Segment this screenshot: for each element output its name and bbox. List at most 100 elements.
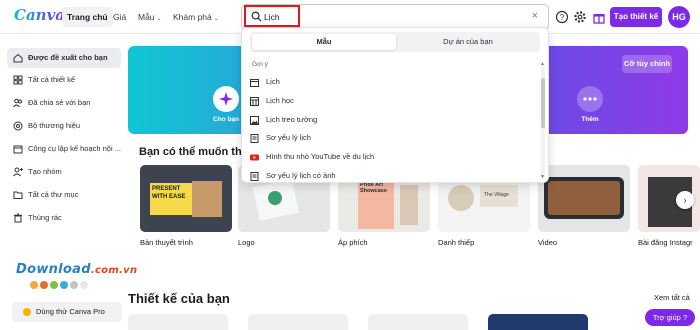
sidebar-item-label: Được đề xuất cho bạn xyxy=(28,53,108,62)
nav-templates[interactable]: Mẫu ⌄ xyxy=(133,7,167,27)
suggestion-label: Hình thu nhỏ YouTube về du lịch xyxy=(266,152,375,161)
brand-icon xyxy=(13,121,23,131)
create-design-button[interactable]: Tạo thiết kế xyxy=(610,7,662,27)
chevron-down-icon: ⌄ xyxy=(213,16,219,22)
sidebar-item-label: Đã chia sẻ với bạn xyxy=(28,98,91,107)
sidebar-item-label: Tất cả thư mục xyxy=(28,190,79,199)
document-icon xyxy=(250,134,259,143)
svg-text:?: ? xyxy=(560,13,565,22)
tab-your-projects[interactable]: Dự án của bạn xyxy=(396,34,540,50)
suggestion-item[interactable]: Lịch treo tường xyxy=(250,112,536,128)
suggestion-item[interactable]: Sơ yếu lý lịch có ảnh xyxy=(250,168,536,184)
tile-label: Áp phích xyxy=(338,238,368,247)
category-label: Cho bạn xyxy=(213,116,239,123)
scroll-up-icon[interactable]: ▲ xyxy=(540,61,545,67)
sidebar-item-brand-kit[interactable]: Bộ thương hiệu xyxy=(7,116,121,136)
tile-thumbnail-text: The Village xyxy=(484,192,509,198)
search-dropdown: Mẫu Dự án của bạn Gợi ý Lịch Lịch học Lị… xyxy=(241,27,549,183)
custom-size-button[interactable]: Cỡ tùy chỉnh xyxy=(622,55,672,73)
scrollbar-thumb[interactable] xyxy=(541,78,545,128)
sidebar-item-recommended[interactable]: Được đề xuất cho bạn xyxy=(7,48,121,68)
suggestion-item[interactable]: Sơ yếu lý lịch xyxy=(250,130,536,146)
suggestion-item[interactable]: Lịch học xyxy=(250,93,536,109)
sidebar-item-create-team[interactable]: Tạo nhóm xyxy=(7,162,121,182)
calendar-grid-icon xyxy=(250,97,259,106)
dropdown-tabs: Mẫu Dự án của bạn xyxy=(250,32,540,52)
design-card[interactable] xyxy=(248,314,348,330)
your-designs-title: Thiết kế của bạn xyxy=(128,291,230,306)
youtube-icon xyxy=(250,154,259,161)
gear-icon[interactable] xyxy=(573,10,587,24)
watermark-main: Download xyxy=(16,262,91,277)
design-card[interactable] xyxy=(488,314,588,330)
suggestion-item[interactable]: Hình thu nhỏ YouTube về du lịch xyxy=(250,149,536,165)
suggestion-label: Sơ yếu lý lịch xyxy=(266,133,311,142)
suggestion-item[interactable]: Lịch xyxy=(250,74,536,90)
tile-photo xyxy=(448,185,474,211)
watermark-suffix: .com.vn xyxy=(90,265,138,276)
tile-label: Danh thiếp xyxy=(438,238,475,247)
gift-icon[interactable] xyxy=(592,10,606,24)
design-card[interactable] xyxy=(128,314,228,330)
add-team-icon xyxy=(13,167,23,177)
more-icon xyxy=(583,97,597,101)
nav-discover[interactable]: Khám phá ⌄ xyxy=(168,7,224,27)
suggestion-label: Lịch xyxy=(266,77,280,86)
chevron-down-icon: ⌄ xyxy=(156,16,162,22)
search-highlight-box xyxy=(244,5,300,27)
folder-icon xyxy=(13,191,23,199)
sidebar-item-folders[interactable]: Tất cả thư mục xyxy=(7,185,121,205)
try-canva-pro-button[interactable]: Dùng thử Canva Pro xyxy=(12,302,122,322)
tile-photo xyxy=(548,181,620,215)
users-icon xyxy=(13,98,22,108)
tab-templates[interactable]: Mẫu xyxy=(252,34,396,50)
tile-thumbnail-text: PRESENT WITH EASE xyxy=(152,186,186,200)
canva-logo[interactable]: Canva xyxy=(14,6,65,24)
sidebar-item-content-planner[interactable]: Công cụ lập kế hoạch nội ... xyxy=(7,139,121,159)
tile-video[interactable] xyxy=(538,165,630,232)
tile-label: Bản thuyết trình xyxy=(140,238,193,247)
sidebar-item-shared[interactable]: Đã chia sẻ với bạn xyxy=(7,93,121,113)
sidebar-item-trash[interactable]: Thùng rác xyxy=(7,208,121,228)
grid-icon xyxy=(13,75,23,85)
tile-photo xyxy=(192,181,222,217)
suggestion-label: Lịch treo tường xyxy=(266,115,318,124)
sidebar-item-all-designs[interactable]: Tất cả thiết kế xyxy=(7,70,121,90)
tile-photo xyxy=(400,185,418,225)
scroll-down-icon[interactable]: ▼ xyxy=(540,174,545,180)
home-icon xyxy=(13,53,23,63)
crown-icon xyxy=(23,308,31,316)
category-more[interactable] xyxy=(577,86,603,112)
calendar-icon xyxy=(13,145,23,154)
document-icon xyxy=(250,172,259,181)
help-icon[interactable]: ? xyxy=(555,10,569,24)
watermark: Download.com.vn xyxy=(16,262,137,277)
suggestion-label: Sơ yếu lý lịch có ảnh xyxy=(266,171,336,180)
design-card[interactable] xyxy=(368,314,468,330)
tile-label: Video xyxy=(538,238,558,247)
tile-logo-mark xyxy=(268,191,282,205)
sidebar-item-label: Bộ thương hiệu xyxy=(28,121,81,130)
close-icon[interactable]: × xyxy=(532,10,538,22)
help-button[interactable]: Trợ giúp ? xyxy=(645,309,695,326)
nav-home[interactable]: Trang chủ xyxy=(62,7,113,27)
nav-discover-label: Khám phá xyxy=(173,12,212,22)
trash-icon xyxy=(14,213,22,223)
sidebar-item-label: Thùng rác xyxy=(28,213,62,222)
tile-presentation[interactable]: PRESENT WITH EASE xyxy=(140,165,232,232)
category-for-you[interactable] xyxy=(213,86,239,112)
see-all-link[interactable]: Xem tất cả xyxy=(654,293,690,302)
sidebar-item-label: Công cụ lập kế hoạch nội ... xyxy=(28,144,121,153)
suggestion-label: Lịch học xyxy=(266,96,294,105)
sidebar-item-label: Tạo nhóm xyxy=(28,167,62,176)
try-pro-label: Dùng thử Canva Pro xyxy=(36,307,105,316)
chevron-right-icon[interactable]: › xyxy=(676,191,694,209)
suggestions-heading: Gợi ý xyxy=(252,61,268,68)
avatar[interactable]: HG xyxy=(668,6,690,28)
nav-pricing[interactable]: Giá xyxy=(108,7,131,27)
watermark-dots xyxy=(30,281,90,291)
tile-label: Bài đăng Instagr xyxy=(638,238,693,247)
image-icon xyxy=(250,116,259,125)
nav-templates-label: Mẫu xyxy=(138,12,155,22)
calendar-icon xyxy=(250,79,259,87)
